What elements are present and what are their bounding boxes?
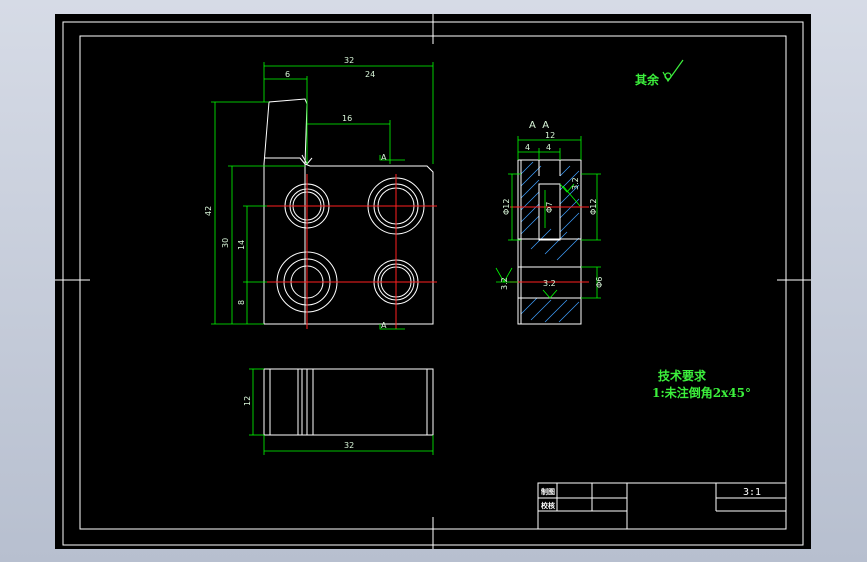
dim-overall-width: 32 [344, 56, 354, 65]
roughness-note: 其余 [635, 59, 684, 87]
title-row2-label: 校核 [541, 501, 555, 510]
roughness-note-text: 其余 [635, 72, 660, 87]
section-dim-inner-dia: Φ7 [545, 202, 554, 213]
section-dim-left-part: 4 [525, 143, 530, 152]
title-block: 制图 校核 3:1 [537, 482, 787, 530]
roughness-upper: 3.2 [571, 177, 580, 190]
tech-title: 技术要求 [658, 368, 707, 383]
technical-requirements: 技术要求 1:未注倒角2x45° [652, 368, 751, 400]
dim-bottom-offset: 8 [237, 300, 246, 305]
tech-item: 1:未注倒角2x45° [652, 385, 751, 400]
front-dimension-lines [211, 62, 434, 330]
roughness-left: 3.2 [500, 277, 509, 290]
dim-hole-offset: 16 [342, 114, 352, 123]
section-dim-lower-dia: Φ6 [595, 277, 604, 288]
section-label: A A [529, 120, 549, 131]
section-centerlines [510, 206, 589, 283]
section-dim-top-width: 12 [545, 131, 555, 140]
dim-total-height: 42 [204, 206, 213, 216]
roughness-symbol-icon [662, 59, 684, 83]
front-view: 32 6 24 16 42 30 14 8 A A [204, 56, 437, 330]
dim-right-width: 24 [365, 70, 375, 79]
cut-mark-top: A [381, 153, 387, 162]
cad-drawing: 32 6 24 16 42 30 14 8 A A A A 12 4 4 Φ12… [55, 14, 811, 549]
dim-slot-width: 6 [285, 70, 290, 79]
scale-value: 3:1 [743, 487, 761, 498]
bottom-dim-width: 32 [344, 441, 354, 450]
roughness-center: 3.2 [543, 279, 556, 288]
section-dim-mid-part: 4 [546, 143, 551, 152]
section-dim-left-dia: Φ12 [502, 199, 511, 215]
dim-hole-spacing: 14 [237, 240, 246, 250]
front-outline [263, 98, 434, 325]
dim-body-height: 30 [221, 238, 230, 248]
bottom-view: 12 32 [243, 368, 434, 455]
bottom-dimension-lines [249, 368, 434, 455]
bottom-outline [263, 368, 434, 436]
drawing-sheet: 32 6 24 16 42 30 14 8 A A A A 12 4 4 Φ12… [55, 14, 811, 549]
bottom-dim-height: 12 [243, 396, 252, 406]
title-row1-label: 制图 [541, 487, 555, 496]
section-dim-right-dia: Φ12 [589, 199, 598, 215]
section-view: A A 12 4 4 Φ12 Φ7 Φ12 Φ6 3.2 3.2 3.2 [495, 120, 604, 325]
cut-mark-bottom: A [381, 321, 387, 330]
